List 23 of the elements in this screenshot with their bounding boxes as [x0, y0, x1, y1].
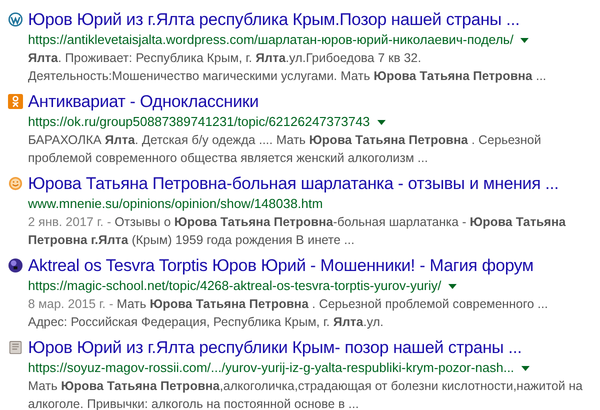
result-title-link[interactable]: Антиквариат - Одноклассники	[28, 91, 590, 112]
odnoklassniki-logo-icon	[8, 94, 23, 109]
result-snippet: 2 янв. 2017 г. - Отзывы о Юрова Татьяна Петровна-больная шарлатанка - Юрова Татьяна Петровна г.Ялта (Крым) 1959 года рождения В инете ...	[28, 214, 567, 249]
result-title-link[interactable]: Юров Юрий из г.Ялта республика Крым.Позор нашей страны ...	[28, 9, 590, 30]
wordpress-logo-icon	[8, 12, 23, 27]
smiley-icon	[8, 176, 23, 191]
dropdown-caret-icon[interactable]	[520, 38, 530, 42]
result-url: www.mnenie.su/opinions/opinion/show/148038.htm	[28, 195, 323, 213]
document-icon	[9, 340, 22, 355]
globe-icon	[8, 258, 23, 273]
result-title-link[interactable]: Юрова Татьяна Петровна-больная шарлатанка - отзывы и мнения ...	[28, 173, 590, 194]
result-snippet: БАРАХОЛКА Ялта. Детская б/у одежда .... Мать Юрова Татьяна Петровна . Серьезной проблемой современного общества является женский алкоголизм ...	[28, 132, 542, 167]
result-url: https://soyuz-magov-rossii.com/.../yurov-yurij-iz-g-yalta-respubliki-krym-pozor-nash...	[28, 359, 514, 377]
result-url: https://magic-school.net/topic/4268-aktreal-os-tesvra-torptis-yurov-yuriy/	[28, 277, 442, 295]
result-url: https://antiklevetaisjalta.wordpress.com/шарлатан-юров-юрий-николаевич-подель/	[28, 31, 514, 49]
dropdown-caret-icon[interactable]	[448, 284, 458, 288]
result-title-link[interactable]: Юров Юрий из г.Ялта республики Крым- позор нашей страны ...	[28, 337, 590, 358]
result-snippet: Ялта. Проживает: Республика Крым, г. Ялта.ул.Грибоедова 7 кв 32. Деятельность:Мошеничество магическими услугами. Мать Юрова Татьяна Петровна ...	[28, 50, 548, 85]
result-title-link[interactable]: Aktreal os Tesvra Torptis Юров Юрий - Мошенники! - Магия форум	[28, 255, 590, 276]
dropdown-caret-icon[interactable]	[521, 366, 530, 370]
result-url: https://ok.ru/group50887389741231/topic/62126247373743	[28, 113, 370, 131]
dropdown-caret-icon[interactable]	[376, 120, 386, 124]
result-snippet: 8 мар. 2015 г. - Мать Юрова Татьяна Петровна . Серьезной проблемой современного ... Адрес: Российская Федерация, Республика Крым, г. Ялта.ул.	[28, 296, 549, 331]
